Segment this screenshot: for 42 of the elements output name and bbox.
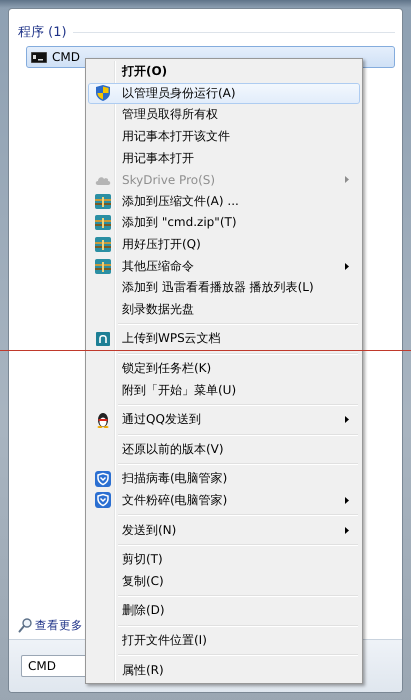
menu-item[interactable]: 文件粉碎(电脑管家) <box>88 490 360 512</box>
archive-icon <box>95 258 111 274</box>
archive-icon <box>95 237 111 252</box>
menu-item[interactable]: 还原以前的版本(V) <box>88 438 360 460</box>
menu-item[interactable]: 用记事本打开该文件 <box>88 126 360 148</box>
menu-item[interactable]: 添加到压缩文件(A) ... <box>88 190 360 212</box>
menu-item[interactable]: 管理员取得所有权 <box>88 104 360 126</box>
search-icon <box>18 618 32 633</box>
submenu-arrow-icon <box>345 176 349 184</box>
menu-item[interactable]: 用好压打开(Q) <box>88 234 360 256</box>
see-more-results-link[interactable]: 查看更多 <box>35 618 83 633</box>
menu-item[interactable]: 扫描病毒(电脑管家) <box>88 468 360 490</box>
menu-item[interactable]: 添加到 迅雷看看播放器 播放列表(L) <box>88 276 360 299</box>
menu-item[interactable]: 锁定到任务栏(K) <box>88 358 360 380</box>
menu-item[interactable]: 删除(D) <box>88 600 360 622</box>
shield-icon <box>96 85 110 102</box>
menu-item[interactable]: 剪切(T) <box>88 548 360 570</box>
penguin-icon <box>95 412 111 428</box>
shield-badge-icon <box>95 470 111 487</box>
archive-icon <box>95 194 111 209</box>
menu-item[interactable]: 打开文件位置(I) <box>88 630 360 652</box>
menu-item[interactable]: 发送到(N) <box>88 519 360 541</box>
submenu-arrow-icon <box>345 526 349 534</box>
submenu-arrow-icon <box>345 416 349 424</box>
menu-item[interactable]: 用记事本打开 <box>88 147 360 169</box>
menu-item[interactable]: 复制(C) <box>88 570 360 592</box>
menu-item[interactable]: 通过QQ发送到 <box>88 408 360 430</box>
menu-item[interactable]: 属性(R) <box>88 659 360 681</box>
submenu-arrow-icon <box>345 262 349 270</box>
menu-item[interactable]: 添加到 "cmd.zip"(T) <box>88 212 360 234</box>
menu-item[interactable]: 附到「开始」菜单(U) <box>88 379 360 401</box>
cloud-document-icon <box>96 332 110 346</box>
submenu-arrow-icon <box>345 496 349 504</box>
menu-item[interactable]: 其他压缩命令 <box>88 255 360 277</box>
menu-item[interactable]: 以管理员身份运行(A) <box>88 82 360 104</box>
console-icon <box>31 52 47 62</box>
shield-badge-icon <box>95 492 111 508</box>
section-heading: 程序 (1) <box>18 24 67 41</box>
menu-item[interactable]: 刻录数据光盘 <box>88 298 360 320</box>
cloud-icon <box>95 174 111 185</box>
archive-icon <box>95 215 111 230</box>
menu-item[interactable]: 上传到WPS云文档 <box>88 328 360 350</box>
